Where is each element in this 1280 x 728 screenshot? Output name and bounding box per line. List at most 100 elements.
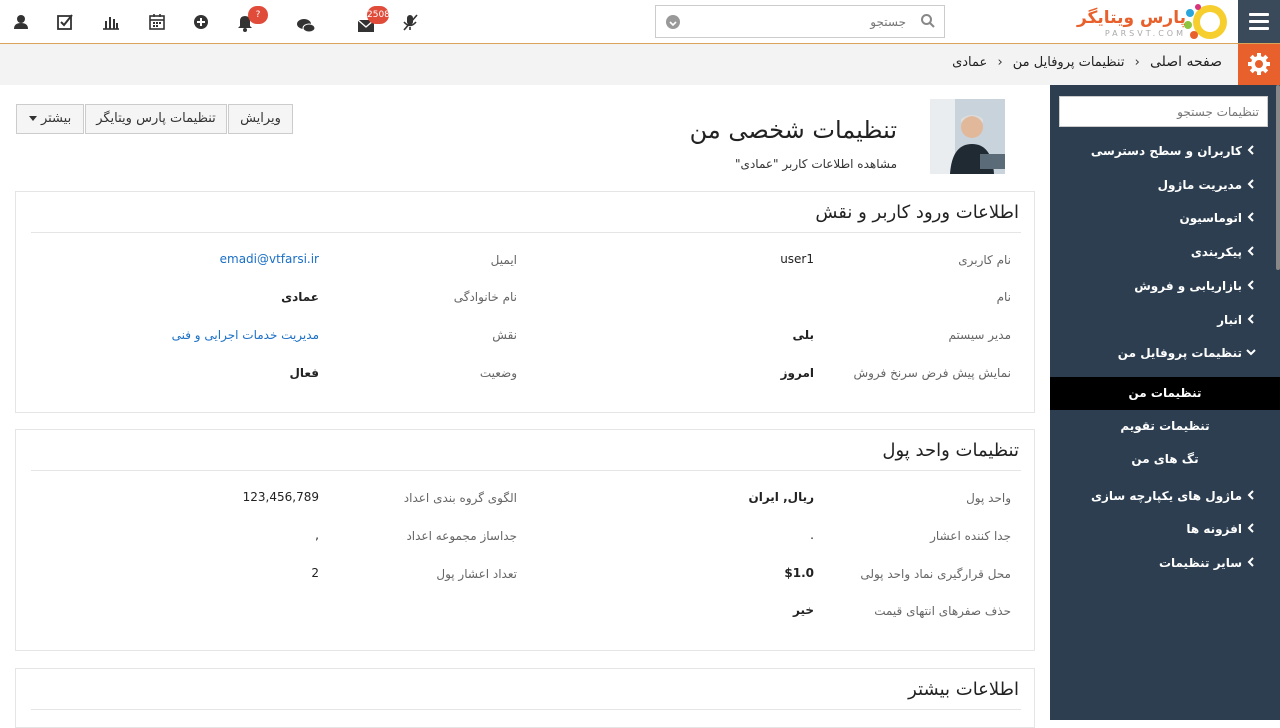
user-icon[interactable] [11, 12, 31, 32]
settings-gear-button[interactable] [1238, 44, 1280, 85]
panel-title: اطلاعات ورود کاربر و نقش [815, 202, 1019, 223]
microphone-off-icon[interactable] [400, 12, 420, 32]
chevron-left-icon [1247, 280, 1254, 290]
edit-button[interactable]: ویرایش [228, 104, 293, 134]
sidebar-item-inventory[interactable]: انبار [1217, 313, 1256, 327]
chevron-left-icon [1247, 246, 1254, 256]
parsvt-settings-button[interactable]: تنظیمات پارس ویتایگر [85, 104, 227, 134]
chevron-left-icon [1247, 145, 1254, 155]
caret-down-icon [28, 115, 37, 121]
breadcrumb-separator-icon: ‹ [997, 55, 1003, 70]
logo-subtext: PARSVT.COM [1104, 29, 1186, 38]
global-search[interactable] [655, 5, 945, 38]
field-value: , [315, 528, 319, 542]
sidebar-scrollbar[interactable] [1276, 85, 1280, 270]
sidebar-subitem-my-tags[interactable]: تگ های من [1050, 452, 1280, 466]
field-value: $1.0 [784, 566, 814, 580]
sidebar-item-automation[interactable]: اتوماسیون [1179, 211, 1256, 225]
mail-badge: 2508 [367, 6, 390, 24]
sidebar-item-label: مدیریت ماژول [1157, 178, 1242, 192]
top-navbar: پارس ویتایگر PARSVT.COM 2508 ? [0, 0, 1280, 44]
sidebar-subitem-calendar-settings[interactable]: تنظیمات تقویم [1050, 419, 1280, 433]
avatar [930, 99, 1005, 174]
reports-chart-icon[interactable] [101, 12, 121, 32]
field-label: جدا کننده اعشار [930, 529, 1011, 543]
chevron-left-icon [1247, 314, 1254, 324]
sidebar-item-label: بازاریابی و فروش [1134, 279, 1242, 293]
panel-title: تنظیمات واحد پول [882, 440, 1019, 461]
field-label: واحد پول [966, 491, 1011, 505]
field-value: امروز [780, 366, 814, 380]
field-value: فعال [289, 366, 319, 380]
field-value: ریال, ایران [748, 490, 814, 504]
role-link[interactable]: مدیریت خدمات اجرایی و فنی [172, 328, 319, 342]
calendar-icon[interactable] [147, 12, 167, 32]
menu-toggle-button[interactable] [1238, 0, 1280, 43]
logo-text: پارس ویتایگر [1076, 8, 1186, 28]
sidebar-item-integration[interactable]: ماژول های یکپارچه سازی [1091, 489, 1256, 503]
sidebar-item-label: سایر تنظیمات [1158, 556, 1242, 570]
chevron-left-icon [1247, 523, 1254, 533]
field-label: تعداد اعشار پول [436, 567, 517, 581]
login-role-panel: اطلاعات ورود کاربر و نقش نام کاربری user… [15, 191, 1035, 413]
sidebar-item-label: کاربران و سطح دسترسی [1090, 144, 1242, 158]
field-label: نمایش پیش فرض سرنخ فروش [853, 366, 1011, 380]
field-value: 2 [311, 566, 319, 580]
breadcrumb-home[interactable]: صفحه اصلی [1150, 54, 1222, 70]
field-label: الگوی گروه بندی اعداد [403, 491, 517, 505]
field-label: جداساز مجموعه اعداد [406, 529, 517, 543]
chevron-left-icon [1247, 179, 1254, 189]
divider [31, 709, 1021, 710]
chevron-left-icon [1247, 212, 1254, 222]
sidebar-item-extensions[interactable]: افزونه ها [1186, 522, 1256, 536]
search-icon [921, 14, 935, 28]
field-label: نام کاربری [958, 253, 1011, 267]
field-label: وضعیت [479, 366, 517, 380]
sidebar-item-label: ماژول های یکپارچه سازی [1090, 489, 1242, 503]
field-value: خیر [792, 603, 814, 617]
breadcrumb-profile[interactable]: تنظیمات پروفایل من [1013, 55, 1125, 70]
more-dropdown-button[interactable]: بیشتر [16, 104, 84, 134]
sidebar-item-configuration[interactable]: پیکربندی [1191, 245, 1256, 259]
sidebar-item-my-profile[interactable]: تنظیمات پروفایل من [1118, 346, 1256, 360]
panel-title: اطلاعات بیشتر [908, 679, 1019, 700]
field-value: 123,456,789 [242, 490, 319, 504]
field-label: حذف صفرهای انتهای قیمت [874, 604, 1011, 618]
sidebar-item-marketing-sales[interactable]: بازاریابی و فروش [1134, 279, 1256, 293]
sidebar-item-label: افزونه ها [1186, 522, 1242, 536]
chevron-left-icon [1247, 557, 1254, 567]
sidebar-subitem-my-settings[interactable]: تنظیمات من [1050, 377, 1280, 410]
more-info-panel: اطلاعات بیشتر [15, 668, 1035, 728]
breadcrumb: صفحه اصلی ‹ تنظیمات پروفایل من ‹ عمادی [952, 54, 1222, 70]
more-button-label: بیشتر [40, 111, 72, 126]
sidebar-item-users[interactable]: کاربران و سطح دسترسی [1091, 144, 1256, 158]
sidebar-item-label: تنظیمات پروفایل من [1117, 346, 1242, 360]
sidebar-item-other-settings[interactable]: سایر تنظیمات [1159, 556, 1256, 570]
notification-badge: ? [248, 6, 268, 24]
currency-settings-panel: تنظیمات واحد پول واحد پول ریال, ایران ال… [15, 429, 1035, 651]
field-label: نقش [492, 328, 517, 342]
sidebar-item-modules[interactable]: مدیریت ماژول [1158, 178, 1256, 192]
chat-icon[interactable] [296, 16, 316, 36]
field-value: user1 [780, 252, 814, 266]
sidebar-item-label: پیکربندی [1190, 245, 1242, 259]
tasks-check-icon[interactable] [55, 12, 75, 32]
field-label: مدیر سیستم [948, 328, 1012, 342]
sidebar-item-label: انبار [1217, 313, 1242, 327]
email-link[interactable]: emadi@vtfarsi.ir [220, 252, 319, 266]
field-label: محل قرارگیری نماد واحد پولی [860, 567, 1011, 581]
field-value: بلی [792, 328, 814, 342]
search-dropdown-icon[interactable] [666, 15, 680, 29]
field-label: ایمیل [490, 253, 517, 267]
divider [31, 232, 1021, 233]
breadcrumb-separator-icon: ‹ [1134, 55, 1140, 70]
breadcrumb-current: عمادی [952, 55, 988, 70]
search-input[interactable] [686, 12, 906, 32]
gear-icon [1248, 53, 1270, 75]
settings-sidebar: کاربران و سطح دسترسی مدیریت ماژول اتوماس… [1050, 85, 1280, 720]
field-label: نام [996, 290, 1011, 304]
divider [31, 470, 1021, 471]
add-circle-icon[interactable] [191, 12, 211, 32]
settings-search-input[interactable] [1059, 96, 1268, 127]
page-title: تنظیمات شخصی من [689, 116, 897, 144]
